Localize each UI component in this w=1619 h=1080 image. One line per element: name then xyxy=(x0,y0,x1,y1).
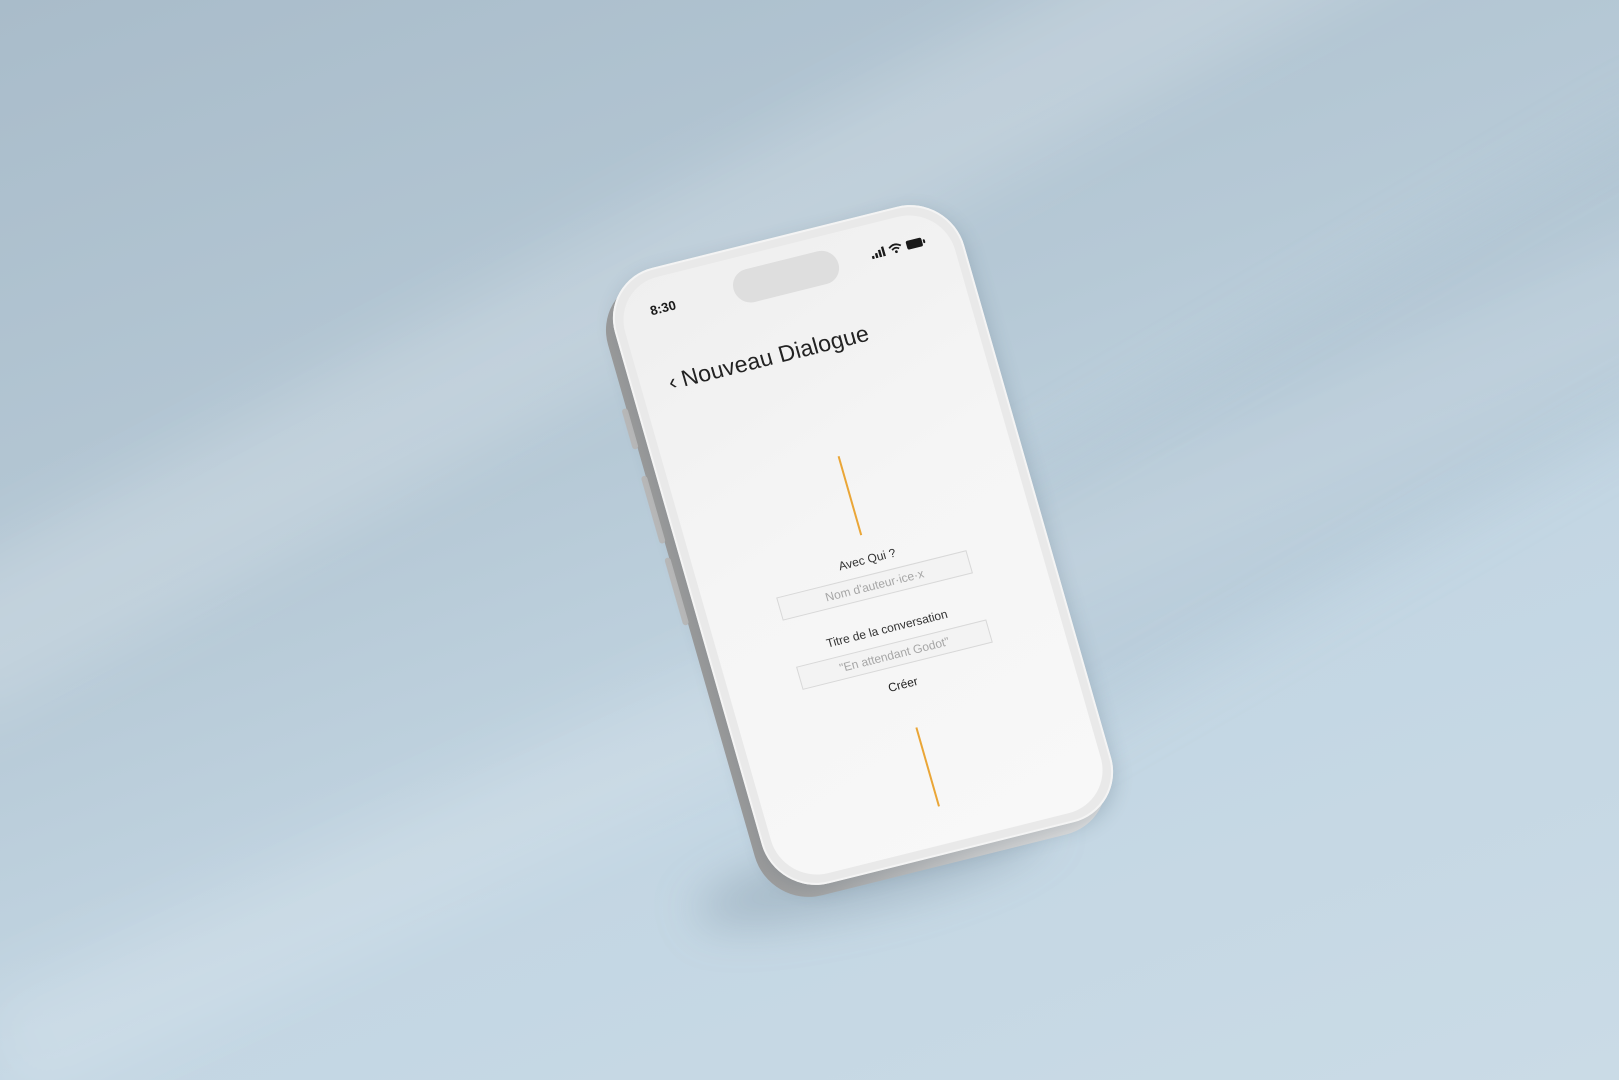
nav-header: ‹ Nouveau Dialogue xyxy=(665,320,872,396)
scene-background: 8:30 ‹ Nouveau Dialogue Avec Qui ? Nom d… xyxy=(0,0,1619,1080)
battery-icon xyxy=(904,233,928,255)
phone-body: 8:30 ‹ Nouveau Dialogue Avec Qui ? Nom d… xyxy=(600,193,1126,897)
accent-divider-bottom xyxy=(915,727,940,807)
chevron-left-icon[interactable]: ‹ xyxy=(665,368,679,394)
accent-divider-top xyxy=(837,456,863,536)
status-icons xyxy=(869,233,928,264)
phone-device: 8:30 ‹ Nouveau Dialogue Avec Qui ? Nom d… xyxy=(593,193,1126,909)
page-title: Nouveau Dialogue xyxy=(678,319,872,392)
status-time: 8:30 xyxy=(648,297,678,319)
dynamic-island xyxy=(728,247,844,307)
signal-icon xyxy=(869,243,888,264)
wifi-icon xyxy=(886,239,905,260)
phone-screen: 8:30 ‹ Nouveau Dialogue Avec Qui ? Nom d… xyxy=(612,205,1114,885)
